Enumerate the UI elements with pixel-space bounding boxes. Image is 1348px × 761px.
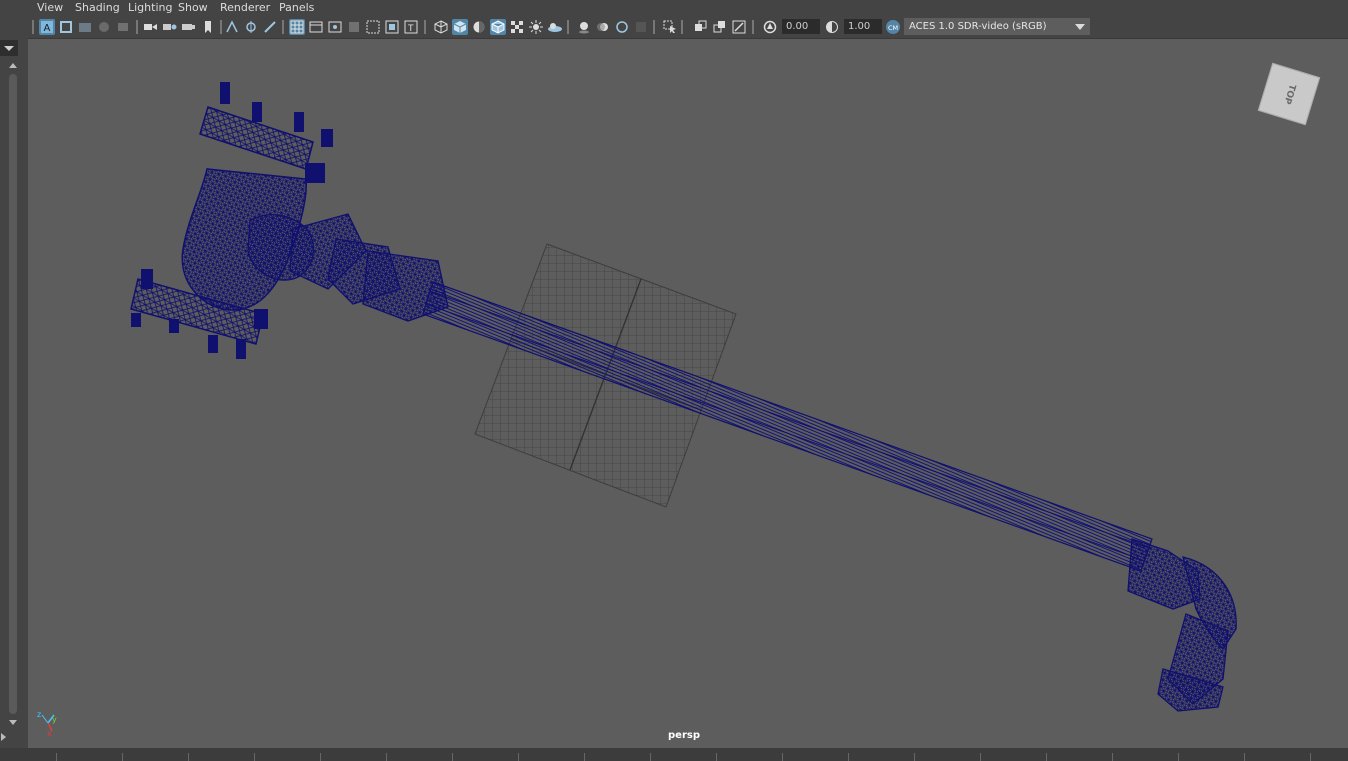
- resolution-gate-icon[interactable]: [327, 19, 343, 35]
- panel-menu-bar: View Shading Lighting Show Renderer Pane…: [28, 0, 1348, 16]
- perspective-viewport[interactable]: y z x TOP persp: [28, 38, 1348, 748]
- camera-film-icon[interactable]: [181, 19, 197, 35]
- 2d-pan-icon[interactable]: [224, 19, 240, 35]
- smooth-shade-all-icon[interactable]: [452, 19, 468, 35]
- chevron-down-icon: [1075, 23, 1085, 30]
- color-management-icon[interactable]: CM: [885, 19, 901, 35]
- bottom-ruler-bar: [0, 748, 1348, 761]
- svg-text:A: A: [44, 23, 51, 34]
- menu-shading[interactable]: Shading: [75, 1, 120, 14]
- svg-text:T: T: [407, 24, 414, 34]
- camera-name-label: persp: [668, 730, 700, 741]
- menu-panels[interactable]: Panels: [279, 1, 314, 14]
- use-all-lights-icon[interactable]: [528, 19, 544, 35]
- menu-lighting[interactable]: Lighting: [128, 1, 172, 14]
- image-plane-icon[interactable]: [96, 19, 112, 35]
- grease-pencil-brush-icon[interactable]: [243, 19, 259, 35]
- camera-attributes-icon[interactable]: [58, 19, 74, 35]
- menu-show[interactable]: Show: [178, 1, 208, 14]
- view-transform-select[interactable]: ACES 1.0 SDR-video (sRGB): [904, 18, 1090, 35]
- 2d-pan-zoom-icon[interactable]: [115, 19, 131, 35]
- svg-text:z: z: [37, 710, 41, 719]
- left-side-panel: [0, 0, 28, 761]
- scroll-down-icon[interactable]: [8, 718, 22, 728]
- multisample-aa-icon[interactable]: [614, 19, 630, 35]
- axis-gizmo: y z x: [37, 710, 57, 738]
- motion-blur-icon[interactable]: [595, 19, 611, 35]
- shadows-icon[interactable]: [547, 19, 563, 35]
- menu-view[interactable]: View: [37, 1, 63, 14]
- default-material-icon[interactable]: [471, 19, 487, 35]
- collapse-arrow-icon[interactable]: [0, 732, 10, 742]
- bookmark-icon[interactable]: [200, 19, 216, 35]
- gate-mask-icon[interactable]: [346, 19, 362, 35]
- view-cube-label: TOP: [1281, 82, 1297, 106]
- svg-text:y: y: [52, 715, 57, 724]
- svg-text:CM: CM: [888, 24, 898, 32]
- grid-icon[interactable]: [289, 19, 305, 35]
- textured-icon[interactable]: [509, 19, 525, 35]
- exposure-icon[interactable]: [762, 19, 778, 35]
- panel-menu-dropdown[interactable]: [0, 40, 18, 56]
- wireframe-icon[interactable]: [433, 19, 449, 35]
- view-transform-dropdown[interactable]: [1071, 18, 1089, 35]
- isolate-select-icon[interactable]: [662, 19, 678, 35]
- film-gate-icon[interactable]: [308, 19, 324, 35]
- wireframe-on-shaded-icon[interactable]: [490, 19, 506, 35]
- grease-pencil-icon[interactable]: [143, 19, 159, 35]
- safe-title-icon[interactable]: T: [403, 19, 419, 35]
- depth-of-field-icon[interactable]: [633, 19, 649, 35]
- scene-canvas: y z x: [37, 82, 1237, 738]
- xray-icon[interactable]: [693, 19, 709, 35]
- scroll-up-icon[interactable]: [8, 60, 22, 70]
- gamma-icon[interactable]: [824, 19, 840, 35]
- safe-action-icon[interactable]: [384, 19, 400, 35]
- select-camera-icon[interactable]: A: [39, 19, 55, 35]
- bookmarks-icon[interactable]: [77, 19, 93, 35]
- exposure-field[interactable]: 0.00: [782, 19, 820, 34]
- screen-space-ao-icon[interactable]: [576, 19, 592, 35]
- svg-text:x: x: [47, 729, 52, 738]
- menu-renderer[interactable]: Renderer: [220, 1, 270, 14]
- scrollbar-thumb[interactable]: [9, 74, 17, 714]
- gamma-field[interactable]: 1.00: [844, 19, 882, 34]
- xray-active-components-icon[interactable]: [712, 19, 728, 35]
- field-chart-icon[interactable]: [365, 19, 381, 35]
- pipe-wireframe-model: [130, 82, 1237, 712]
- camera-lock-icon[interactable]: [162, 19, 178, 35]
- panel-toolbar: A T 0.00 1.00 CM ACES 1.0 SDR-video (sRG…: [28, 16, 1348, 38]
- xray-joints-icon[interactable]: [731, 19, 747, 35]
- pencil-icon[interactable]: [262, 19, 278, 35]
- chevron-down-icon: [4, 46, 14, 51]
